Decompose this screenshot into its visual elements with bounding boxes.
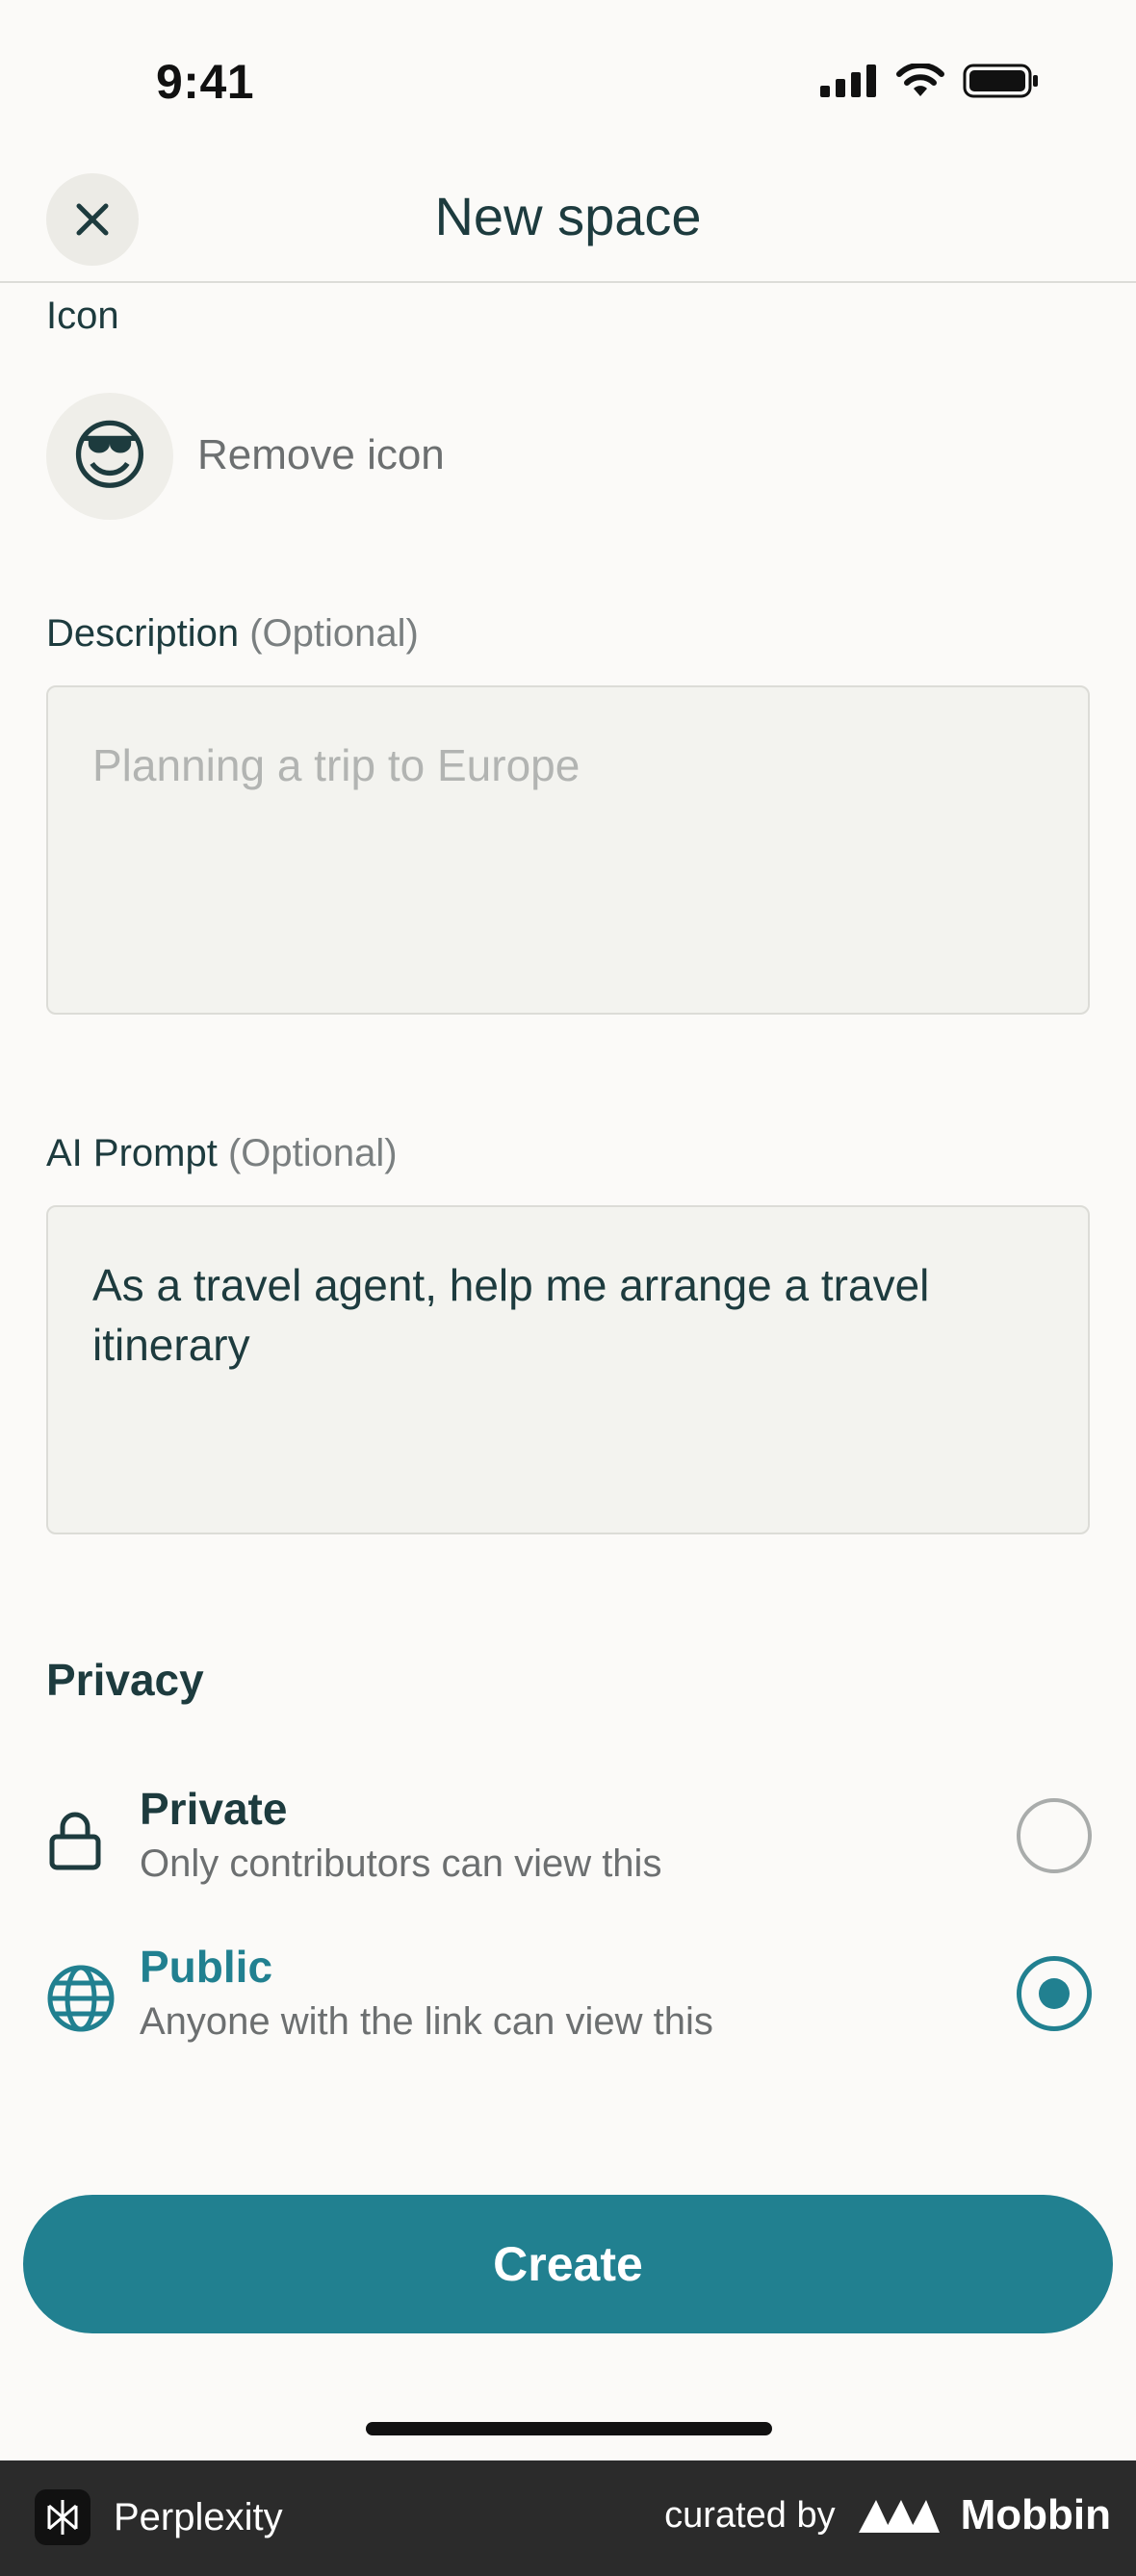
footer-app: Perplexity	[35, 2489, 283, 2545]
header: New space	[0, 164, 1136, 283]
footer-bar: Perplexity curated by Mobbin	[0, 2460, 1136, 2576]
home-indicator	[366, 2422, 772, 2435]
description-label-text: Description	[46, 612, 240, 655]
description-optional-text: (Optional)	[249, 612, 419, 655]
privacy-heading: Privacy	[46, 1655, 204, 1705]
description-label: Description (Optional)	[46, 612, 419, 656]
footer-app-name: Perplexity	[114, 2495, 283, 2538]
ai-prompt-label-text: AI Prompt	[46, 1132, 218, 1174]
public-radio[interactable]	[1017, 1956, 1092, 2031]
radio-selected-dot	[1039, 1978, 1070, 2009]
description-placeholder: Planning a trip to Europe	[92, 740, 581, 790]
curated-by-text: curated by	[664, 2494, 836, 2536]
mobbin-logo-icon	[858, 2500, 940, 2533]
create-button[interactable]: Create	[23, 2195, 1113, 2333]
ai-prompt-value: As a travel agent, help me arrange a tra…	[92, 1260, 930, 1370]
private-description: Only contributors can view this	[140, 1842, 662, 1885]
battery-icon	[963, 64, 1038, 98]
privacy-option-public[interactable]: Public Anyone with the link can view thi…	[0, 1941, 1136, 2085]
status-icons	[820, 64, 1040, 98]
space-icon-picker[interactable]: 😎	[46, 393, 173, 520]
ai-prompt-label: AI Prompt (Optional)	[46, 1132, 398, 1175]
public-description: Anyone with the link can view this	[140, 2000, 713, 2043]
remove-icon-button[interactable]: Remove icon	[197, 431, 445, 479]
ai-prompt-optional-text: (Optional)	[227, 1132, 398, 1174]
private-radio[interactable]	[1017, 1798, 1092, 1873]
private-title: Private	[140, 1784, 288, 1834]
description-input[interactable]: Planning a trip to Europe	[46, 685, 1090, 1015]
status-time: 9:41	[156, 55, 255, 109]
mobbin-brand: Mobbin	[960, 2491, 1111, 2538]
page-title: New space	[434, 186, 702, 246]
ai-prompt-input[interactable]: As a travel agent, help me arrange a tra…	[46, 1205, 1090, 1534]
sunglasses-emoji-icon: 😎	[69, 413, 150, 499]
icon-section-label: Icon	[46, 295, 119, 337]
cellular-signal-icon	[820, 64, 876, 97]
perplexity-logo-icon	[35, 2489, 90, 2545]
globe-icon	[46, 1964, 116, 2038]
wifi-icon	[896, 64, 944, 96]
footer-curated: curated by Mobbin	[664, 2491, 1111, 2539]
privacy-option-private[interactable]: Private Only contributors can view this	[0, 1783, 1136, 1927]
status-bar: 9:41	[0, 0, 1136, 164]
lock-icon	[46, 1810, 104, 1876]
public-title: Public	[140, 1942, 273, 1992]
